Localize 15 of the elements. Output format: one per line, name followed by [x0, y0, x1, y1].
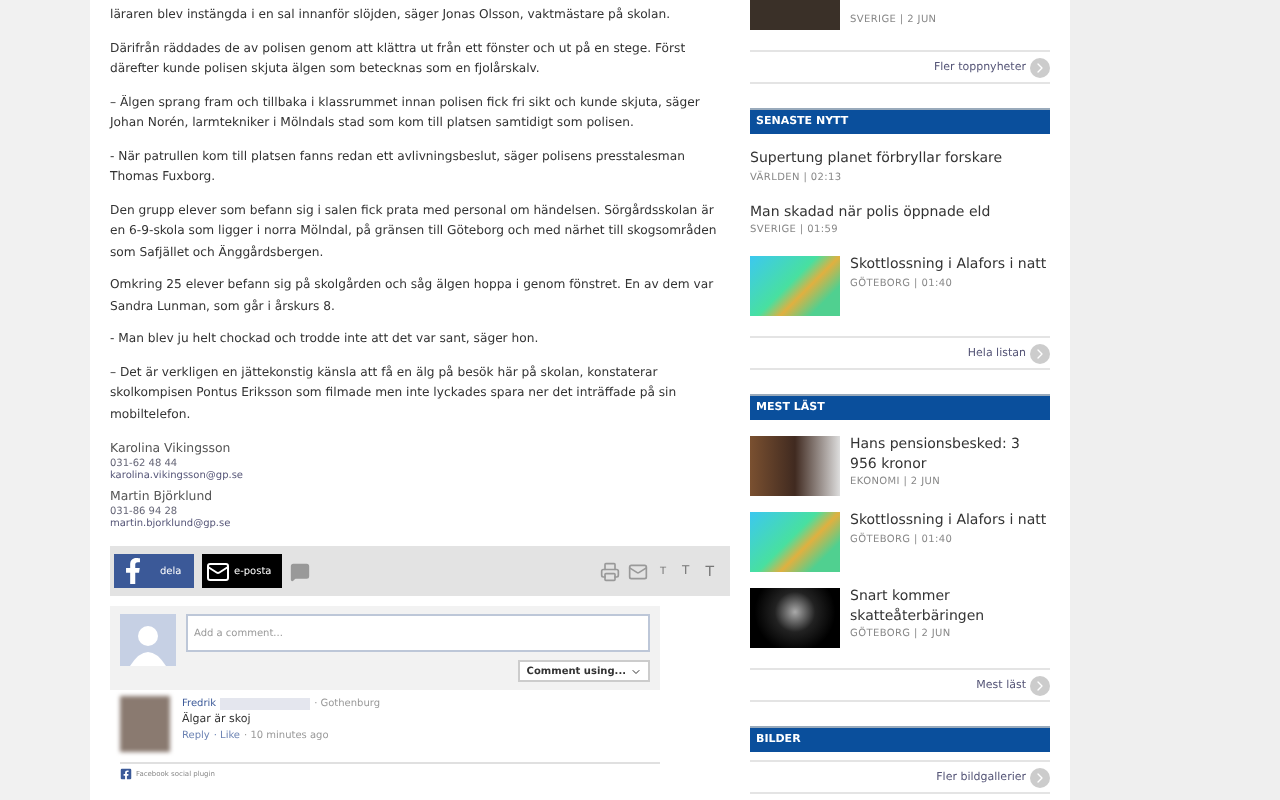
map-placeholder [750, 512, 840, 572]
mail-icon[interactable] [627, 561, 648, 581]
print-icon[interactable] [599, 561, 620, 581]
comment-icon[interactable] [290, 561, 310, 581]
facebook-icon [120, 768, 132, 780]
map-placeholder [750, 256, 840, 316]
envelope-icon [206, 559, 230, 583]
photo-placeholder [750, 436, 840, 496]
redacted-name [220, 698, 311, 710]
photo-placeholder [750, 588, 840, 648]
caret-icon [630, 665, 642, 677]
facebook-icon [120, 558, 146, 584]
photo-placeholder [750, 0, 840, 30]
avatar-silhouette [120, 614, 176, 666]
photo-placeholder [120, 696, 170, 752]
